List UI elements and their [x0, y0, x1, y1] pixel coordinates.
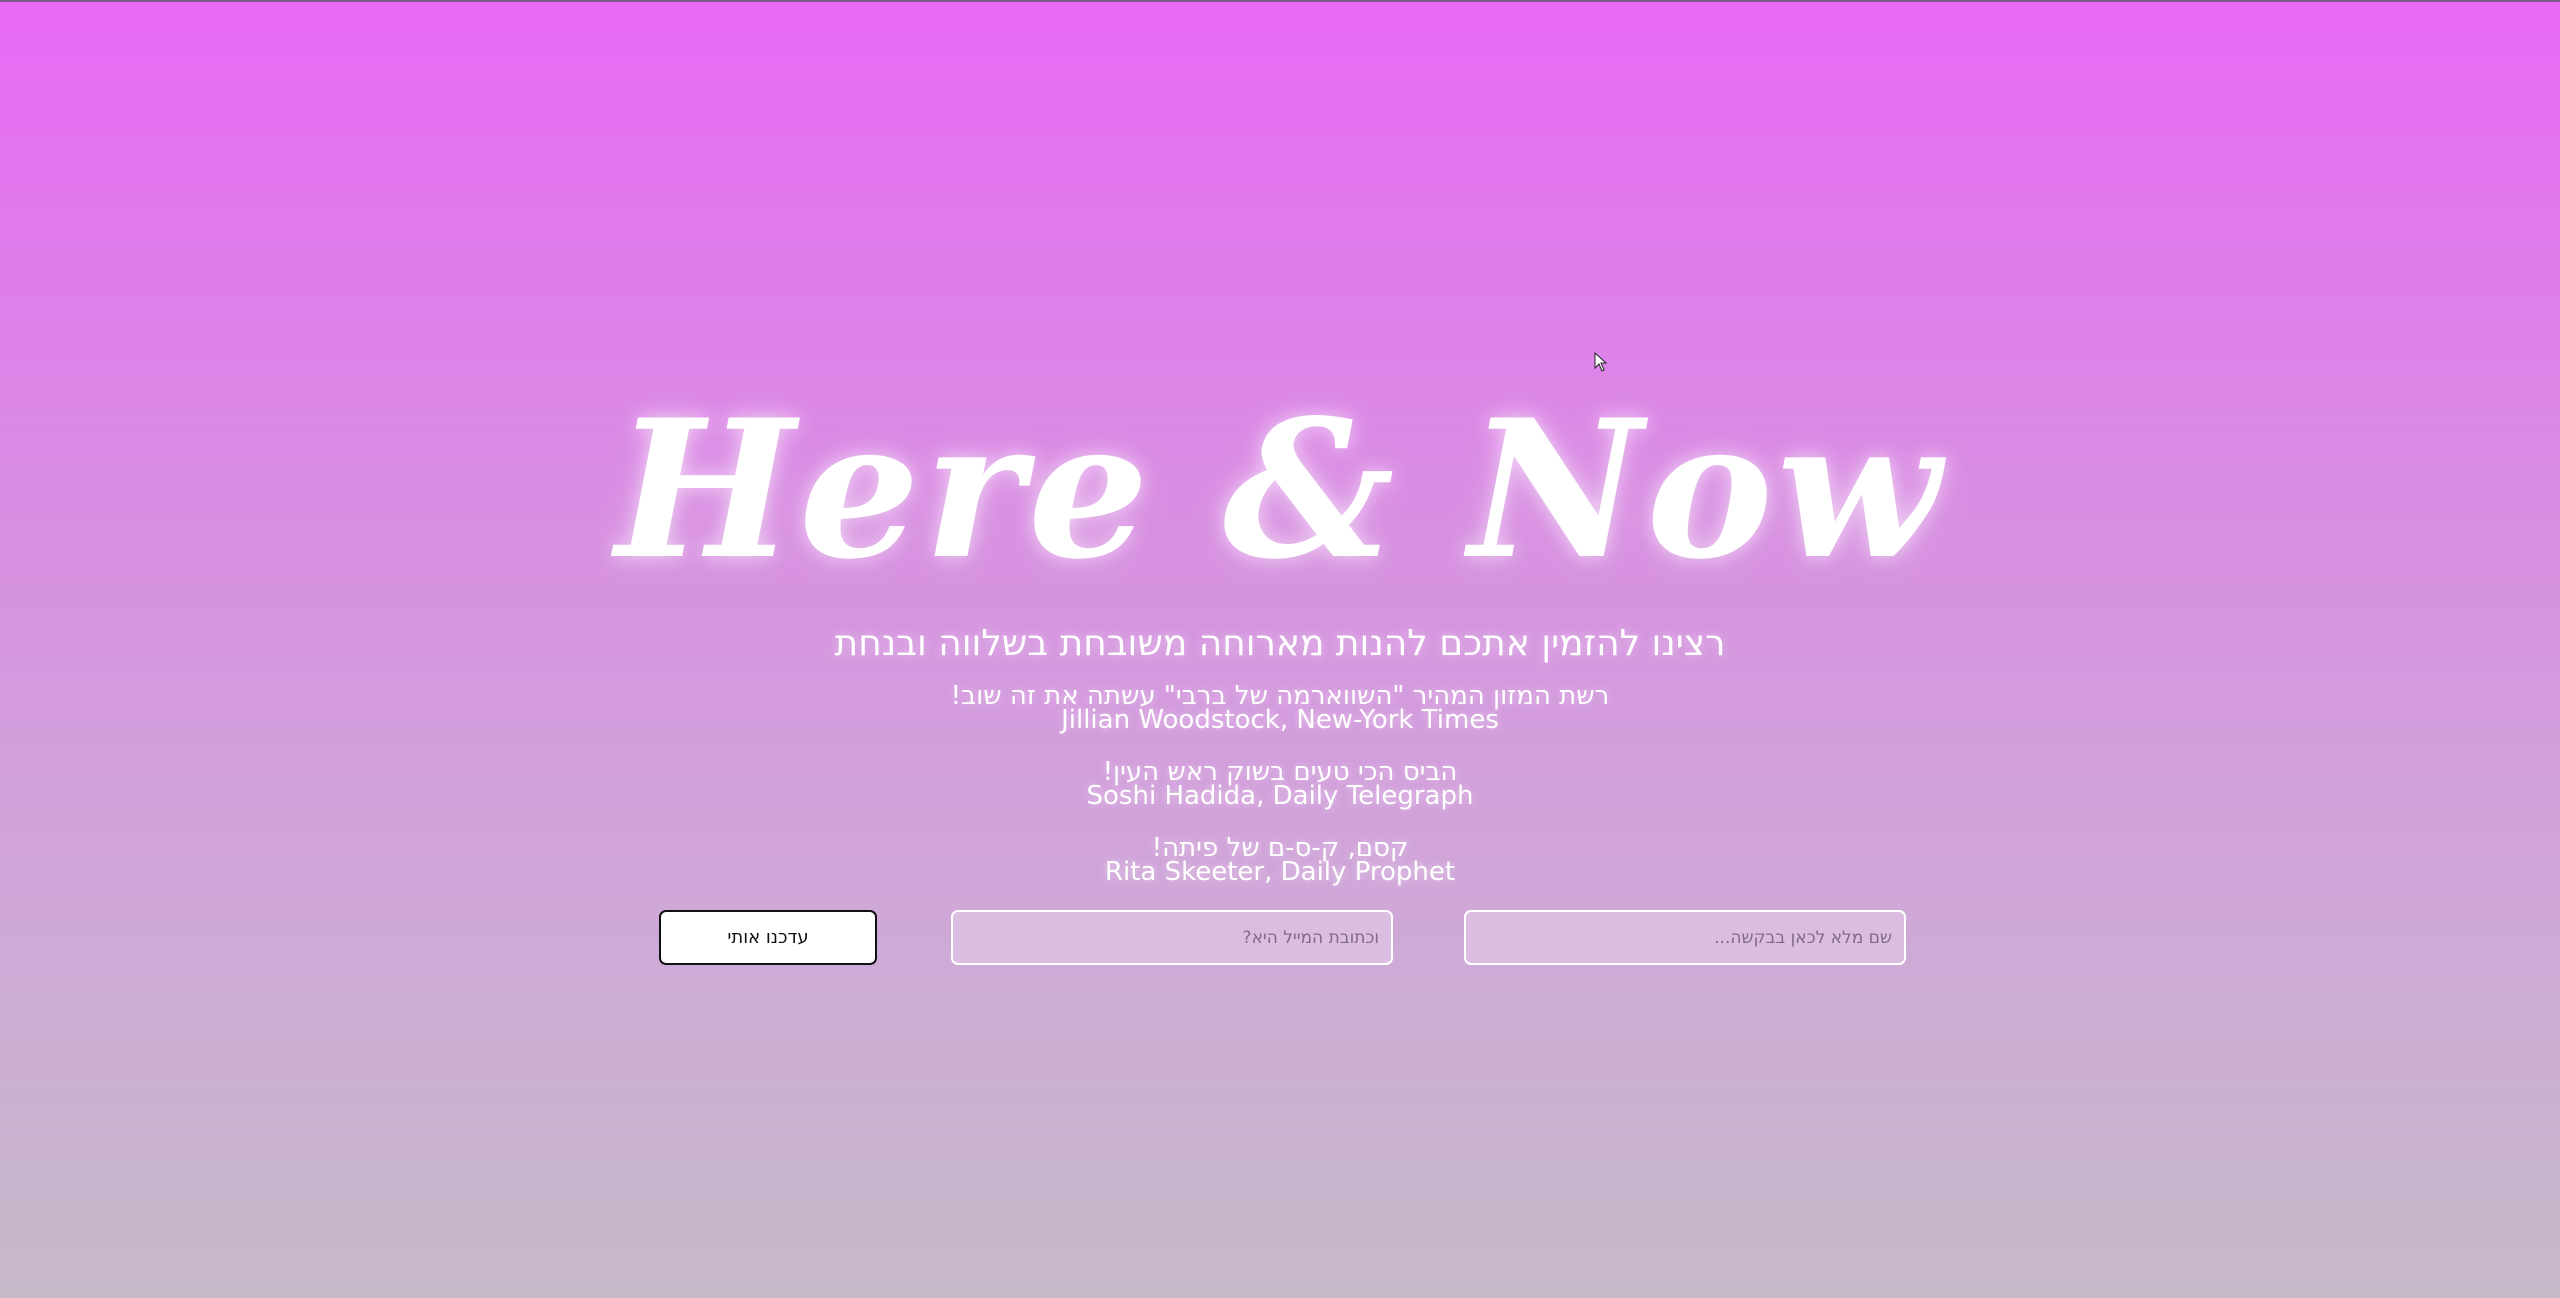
review-item: רשת המזון המהיר "השווארמה של ברבי" עשתה …	[0, 683, 2560, 735]
full-name-input[interactable]	[1464, 910, 1906, 965]
review-author: Soshi Hadida, Daily Telegraph	[1086, 781, 1474, 811]
reviews-list: רשת המזון המהיר "השווארמה של ברבי" עשתה …	[0, 683, 2560, 887]
logo-title: Here & Now	[615, 378, 1945, 601]
hero-section: Here & Now רצינו להזמין אתכם להנות מארוח…	[0, 380, 2560, 912]
signup-form: עדכנו אותי	[0, 910, 2560, 965]
email-input[interactable]	[951, 910, 1393, 965]
review-author: Jillian Woodstock, New-York Times	[1061, 705, 1499, 735]
review-item: קסם, ק-ס-ם של פיתה! Rita Skeeter, Daily …	[0, 835, 2560, 887]
mouse-pointer-icon	[1594, 352, 1608, 372]
review-item: הביס הכי טעים בשוק ראש העין! Soshi Hadid…	[0, 759, 2560, 811]
notify-me-button[interactable]: עדכנו אותי	[659, 910, 877, 965]
review-author: Rita Skeeter, Daily Prophet	[1104, 857, 1456, 887]
tagline: רצינו להזמין אתכם להנות מארוחה משובחת בש…	[834, 623, 1726, 664]
top-border	[0, 0, 2560, 2]
